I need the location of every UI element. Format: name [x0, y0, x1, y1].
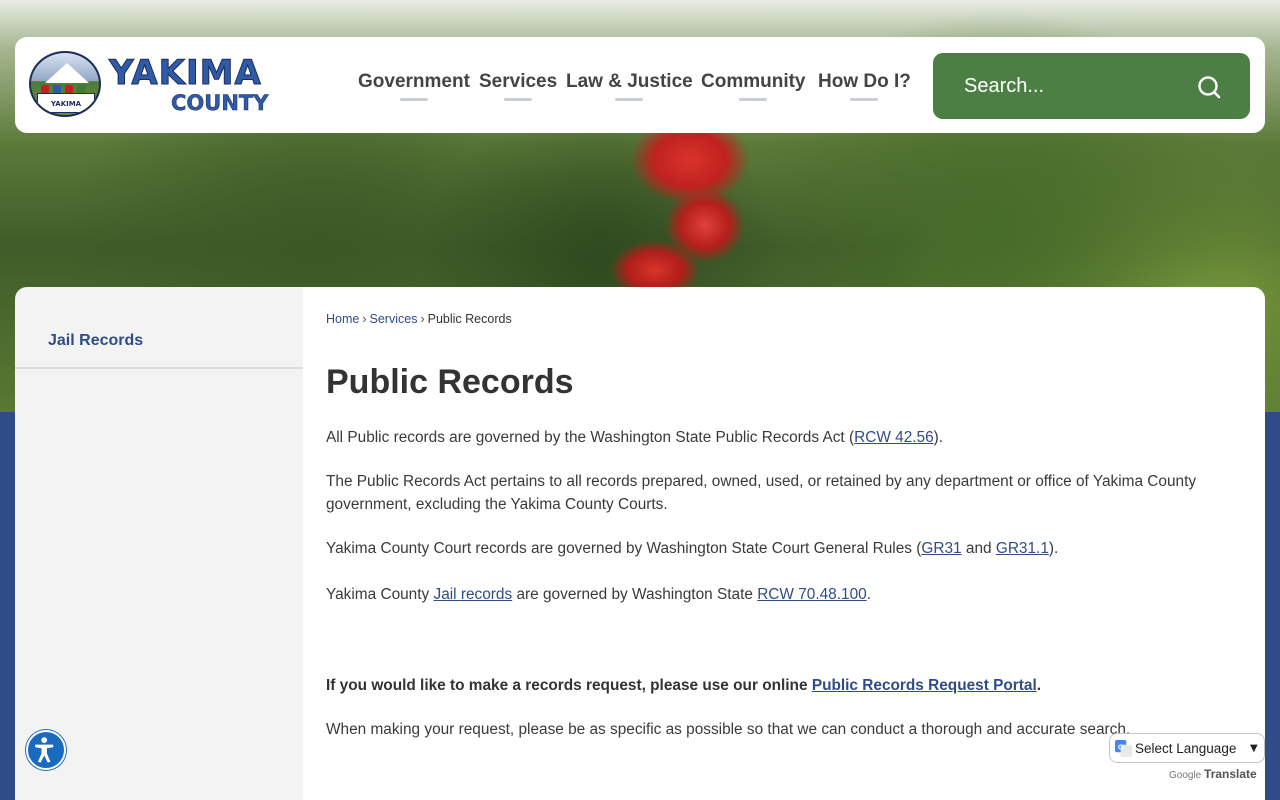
powered-by-google[interactable]: Google Translate	[1169, 767, 1257, 781]
sidebar: Jail Records	[15, 287, 303, 800]
logo-text-yakima: YAKIMA	[109, 53, 262, 93]
paragraph-request-portal: If you would like to make a records requ…	[326, 674, 1241, 697]
text: .	[866, 586, 871, 603]
search-input[interactable]	[933, 53, 1193, 119]
paragraph-records-act: All Public records are governed by the W…	[326, 426, 1241, 449]
breadcrumb-home[interactable]: Home	[326, 312, 359, 326]
chevron-down-icon: ▼	[1250, 743, 1258, 754]
text: All Public records are governed by the W…	[326, 429, 855, 446]
nav-label: Law & Justice	[566, 71, 693, 92]
paragraph-court-records: Yakima County Court records are governed…	[326, 537, 1241, 560]
nav-government[interactable]: Government	[358, 71, 470, 101]
search-icon[interactable]	[1197, 75, 1221, 99]
nav-underline	[850, 98, 879, 101]
paragraph-jail-records: Yakima County Jail records are governed …	[326, 583, 1241, 606]
link-records-request-portal[interactable]: Public Records Request Portal	[812, 677, 1037, 694]
nav-law-justice[interactable]: Law & Justice	[566, 71, 693, 101]
link-gr31-1[interactable]: GR31.1	[996, 540, 1049, 557]
nav-community[interactable]: Community	[701, 71, 806, 101]
nav-label: Services	[479, 71, 558, 92]
text: The Public Records Act pertains to all r…	[326, 473, 1197, 513]
text: ).	[933, 429, 944, 446]
text: If you would like to make a records requ…	[326, 677, 812, 694]
site-header: YAKIMA YAKIMA COUNTY Government Services…	[15, 37, 1265, 133]
text: and	[961, 540, 996, 557]
svg-text:G: G	[1118, 742, 1124, 751]
nav-how-do-i[interactable]: How Do I?	[818, 71, 911, 101]
google-wordmark: Google	[1169, 770, 1202, 781]
page-title: Public Records	[326, 363, 574, 401]
paragraph-scope: The Public Records Act pertains to all r…	[326, 470, 1241, 516]
site-logo[interactable]: YAKIMA YAKIMA COUNTY	[29, 51, 339, 121]
language-select[interactable]: G Select Language ▼	[1109, 733, 1265, 763]
language-select-label: Select Language	[1135, 741, 1237, 756]
google-translate-icon: G	[1115, 740, 1132, 757]
breadcrumb-separator: ›	[362, 312, 367, 326]
accessibility-icon	[35, 737, 54, 763]
translate-label: Translate	[1204, 767, 1257, 781]
nav-label: How Do I?	[818, 71, 911, 92]
link-jail-records[interactable]: Jail records	[434, 586, 513, 603]
nav-underline	[739, 98, 768, 101]
text: .	[1036, 677, 1042, 694]
nav-label: Community	[701, 71, 806, 92]
text: Yakima County Court records are governed…	[326, 540, 922, 557]
county-seal-icon: YAKIMA	[29, 51, 101, 117]
breadcrumb-separator: ›	[420, 312, 425, 326]
seal-banner-text: YAKIMA	[37, 93, 95, 113]
text: ).	[1048, 540, 1059, 557]
sidebar-item-jail-records[interactable]: Jail Records	[15, 287, 303, 369]
paragraph-request-guidance: When making your request, please be as s…	[326, 718, 1241, 741]
text: Yakima County	[326, 586, 434, 603]
search-box	[933, 53, 1250, 119]
nav-underline	[399, 98, 428, 101]
nav-label: Government	[358, 71, 470, 92]
breadcrumb: Home › Services › Public Records	[326, 312, 512, 326]
nav-underline	[504, 98, 533, 101]
logo-text-county: COUNTY	[171, 91, 269, 116]
link-rcw-42-56[interactable]: RCW 42.56	[854, 429, 934, 446]
accessibility-button[interactable]	[26, 730, 66, 770]
text: are governed by Washington State	[512, 586, 758, 603]
sidebar-item-label: Jail Records	[48, 332, 144, 349]
nav-services[interactable]: Services	[479, 71, 558, 101]
main-content: Home › Services › Public Records Public Reco…	[303, 287, 1265, 800]
text: When making your request, please be as s…	[326, 721, 1131, 738]
nav-underline	[615, 98, 644, 101]
breadcrumb-services[interactable]: Services	[370, 312, 418, 326]
breadcrumb-current: Public Records	[427, 312, 512, 326]
link-rcw-70-48-100[interactable]: RCW 70.48.100	[757, 586, 867, 603]
link-gr31[interactable]: GR31	[921, 540, 961, 557]
